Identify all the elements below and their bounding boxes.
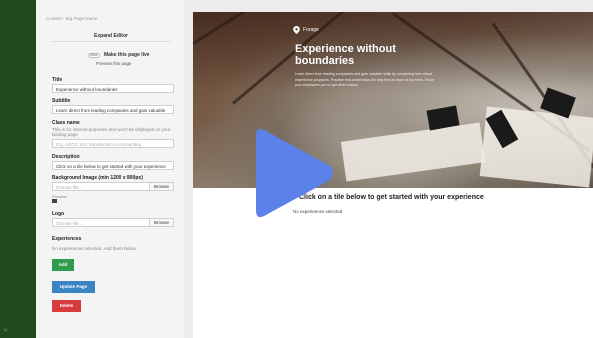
- expand-editor-button[interactable]: Expand Editor: [52, 31, 170, 42]
- class-name-input[interactable]: E.g. ACCG 101: Introduction to Accountin…: [52, 139, 174, 148]
- live-toggle-label: Make this page live: [104, 52, 150, 58]
- title-label: Title: [52, 77, 63, 83]
- desk-surface: [340, 122, 486, 182]
- forage-logo-icon: [293, 26, 300, 34]
- delete-button[interactable]: Delete: [52, 300, 81, 312]
- logo-label: Logo: [52, 211, 65, 217]
- background-preview-label: Preview:: [52, 194, 68, 199]
- top-nav-links[interactable]: ··· · · ·: [497, 27, 517, 32]
- live-toggle-switch[interactable]: false: [88, 52, 100, 58]
- breadcrumb[interactable]: Content › Big Page Name: [46, 16, 97, 21]
- background-image-picker: Choose file... Browse: [52, 182, 174, 191]
- background-image-browse-button[interactable]: Browse: [150, 182, 174, 191]
- preview-page-link[interactable]: Preview this page: [96, 61, 132, 66]
- description-label: Description: [52, 154, 80, 160]
- page-preview: Forage ··· · · · Experience without boun…: [193, 12, 593, 338]
- description-input[interactable]: Click on a tile below to get started wit…: [52, 161, 174, 170]
- brand-logo[interactable]: Forage: [293, 26, 319, 34]
- play-triangle-icon[interactable]: [256, 126, 336, 220]
- class-name-label: Class name: [52, 120, 80, 126]
- hero-banner: Forage ··· · · · Experience without boun…: [193, 12, 593, 189]
- add-button[interactable]: Add: [52, 259, 74, 271]
- update-page-button[interactable]: Update Page: [52, 281, 95, 293]
- subtitle-input[interactable]: Learn direct from leading companies and …: [52, 105, 174, 114]
- experiences-empty-text: No experiences selected. Add them below.: [52, 246, 137, 251]
- hero-description: Learn direct from leading companies and …: [295, 72, 434, 87]
- logo-text: Forage: [303, 27, 319, 33]
- title-input[interactable]: Experience without boundaries: [52, 84, 174, 93]
- live-toggle-row: false Make this page live: [88, 52, 150, 58]
- sidebar-collapse-icon[interactable]: <: [4, 328, 8, 334]
- hero-title: Experience without boundaries: [295, 43, 396, 67]
- class-name-help: This is for internal purposes and won't …: [52, 127, 171, 137]
- subtitle-label: Subtitle: [52, 98, 71, 104]
- logo-browse-button[interactable]: Browse: [150, 218, 174, 227]
- logo-file-input[interactable]: Choose file...: [52, 218, 150, 227]
- background-preview-thumbnail: [52, 199, 57, 203]
- app-sidebar: <: [0, 0, 36, 338]
- logo-picker: Choose file... Browse: [52, 218, 174, 227]
- background-image-file-input[interactable]: Choose file...: [52, 182, 150, 191]
- experiences-label: Experiences: [52, 236, 82, 242]
- background-image-label: Background Image (min 1200 x 800px): [52, 175, 143, 181]
